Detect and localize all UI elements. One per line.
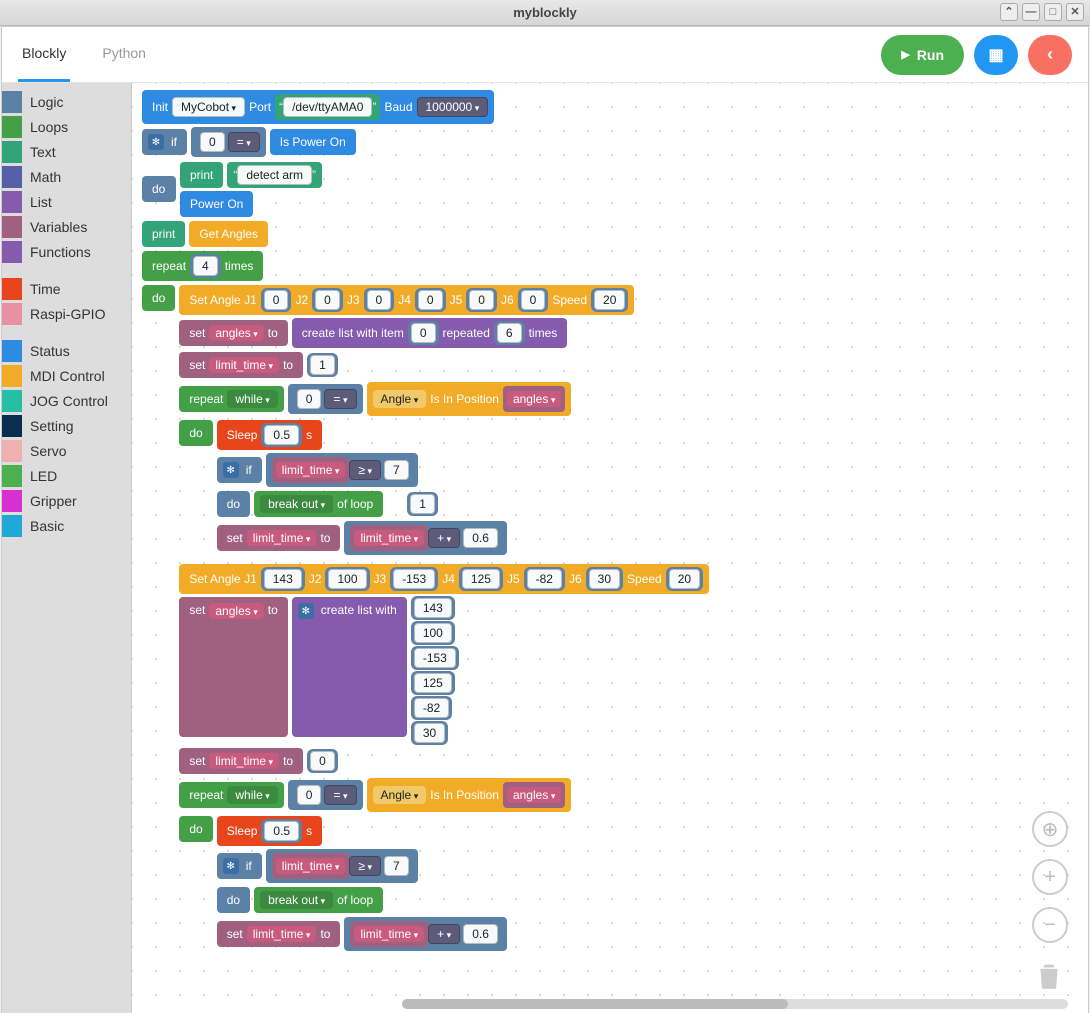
run-button[interactable]: Run — [881, 35, 964, 75]
block-if3[interactable]: if — [217, 853, 262, 879]
block-break1[interactable]: break outof loop — [254, 491, 383, 517]
grid-icon: ▦ — [988, 45, 1003, 65]
gear-icon — [223, 858, 239, 874]
trash-icon[interactable] — [1032, 959, 1066, 999]
baud-dropdown[interactable]: 1000000 — [417, 97, 489, 117]
block-set-limit-inc2[interactable]: setlimit_timeto — [217, 921, 341, 947]
toolbox-logic[interactable]: Logic — [2, 89, 131, 114]
layout-button[interactable]: ▦ — [974, 35, 1018, 75]
block-poweron[interactable]: Power On — [180, 191, 253, 217]
list-value[interactable]: 125 — [411, 671, 455, 695]
list-value[interactable]: 30 — [411, 721, 448, 745]
block-set-angles[interactable]: setanglesto — [179, 320, 287, 346]
toolbox-jog control[interactable]: JOG Control — [2, 388, 131, 413]
block-break2[interactable]: break outof loop — [254, 887, 383, 913]
toolbox-basic[interactable]: Basic — [2, 513, 131, 538]
toolbox-raspi-gpio[interactable]: Raspi-GPIO — [2, 301, 131, 326]
toolbox-functions[interactable]: Functions — [2, 239, 131, 264]
toolbox-text[interactable]: Text — [2, 139, 131, 164]
gear-icon — [223, 462, 239, 478]
workspace[interactable]: Init MyCobot Port “/dev/ttyAMA0” Baud 10… — [132, 83, 1088, 1013]
block-sleep2[interactable]: Sleep0.5s — [217, 816, 322, 846]
block-ispoweron[interactable]: Is Power On — [270, 129, 356, 155]
zoom-in-icon[interactable]: + — [1032, 859, 1068, 895]
toolbox: LogicLoopsTextMathListVariablesFunctions… — [2, 83, 132, 1013]
list-value[interactable]: 143 — [411, 596, 455, 620]
toolbox-servo[interactable]: Servo — [2, 438, 131, 463]
exit-button[interactable]: ‹ — [1028, 35, 1072, 75]
block-repeat[interactable]: repeat 4 times — [142, 251, 263, 281]
toolbox-list[interactable]: List — [2, 189, 131, 214]
block-setangle-1[interactable]: Set Angle J1 0 J20 J30 J40 J50 J60 Speed… — [179, 285, 634, 315]
block-isinpos1[interactable]: AngleIs In Positionangles — [367, 382, 572, 416]
block-getangles[interactable]: Get Angles — [189, 221, 268, 247]
topbar: Blockly Python Run ▦ ‹ — [2, 27, 1088, 83]
gear-icon — [298, 603, 314, 619]
toolbox-setting[interactable]: Setting — [2, 413, 131, 438]
center-icon[interactable]: ⊕ — [1032, 811, 1068, 847]
toolbox-variables[interactable]: Variables — [2, 214, 131, 239]
block-init[interactable]: Init MyCobot Port “/dev/ttyAMA0” Baud 10… — [142, 90, 494, 124]
block-set-limit1[interactable]: setlimit_timeto — [179, 352, 303, 378]
list-value[interactable]: -153 — [411, 646, 459, 670]
chevron-left-icon: ‹ — [1047, 44, 1053, 65]
block-set-angles2[interactable]: setanglesto — [179, 597, 287, 737]
block-createlist-repeat[interactable]: create list with item 0 repeated 6 times — [292, 318, 567, 348]
titlebar: myblockly ⌃ — □ ✕ — [0, 0, 1090, 26]
list-value[interactable]: -82 — [411, 696, 452, 720]
block-while1[interactable]: repeatwhile — [179, 386, 283, 412]
gear-icon[interactable] — [148, 134, 164, 150]
block-print[interactable]: print — [180, 162, 223, 188]
tab-blockly[interactable]: Blockly — [18, 27, 70, 82]
block-if[interactable]: if — [142, 129, 187, 155]
toolbox-math[interactable]: Math — [2, 164, 131, 189]
minimize-icon[interactable]: — — [1022, 3, 1040, 21]
zoom-out-icon[interactable]: − — [1032, 907, 1068, 943]
toolbox-time[interactable]: Time — [2, 276, 131, 301]
block-while2[interactable]: repeatwhile — [179, 782, 283, 808]
toolbox-loops[interactable]: Loops — [2, 114, 131, 139]
window-title: myblockly — [513, 5, 577, 20]
list-value[interactable]: 100 — [411, 621, 455, 645]
close-icon[interactable]: ✕ — [1066, 3, 1084, 21]
block-isinpos2[interactable]: AngleIs In Positionangles — [367, 778, 572, 812]
block-print2[interactable]: print — [142, 221, 185, 247]
toolbox-led[interactable]: LED — [2, 463, 131, 488]
device-dropdown[interactable]: MyCobot — [172, 97, 245, 117]
horizontal-scrollbar[interactable] — [402, 999, 1068, 1009]
block-sleep1[interactable]: Sleep0.5s — [217, 420, 322, 450]
block-setangle-2[interactable]: Set Angle J1 143 J2100 J3-153 J4125 J5-8… — [179, 564, 709, 594]
block-createlistwith[interactable]: create list with — [292, 597, 407, 737]
toolbox-mdi control[interactable]: MDI Control — [2, 363, 131, 388]
toolbox-gripper[interactable]: Gripper — [2, 488, 131, 513]
menu-icon[interactable]: ⌃ — [1000, 3, 1018, 21]
block-if2[interactable]: if — [217, 457, 262, 483]
maximize-icon[interactable]: □ — [1044, 3, 1062, 21]
block-set-limit2[interactable]: setlimit_timeto — [179, 748, 303, 774]
block-set-limit-inc1[interactable]: setlimit_timeto — [217, 525, 341, 551]
toolbox-status[interactable]: Status — [2, 338, 131, 363]
tab-python[interactable]: Python — [98, 27, 150, 82]
